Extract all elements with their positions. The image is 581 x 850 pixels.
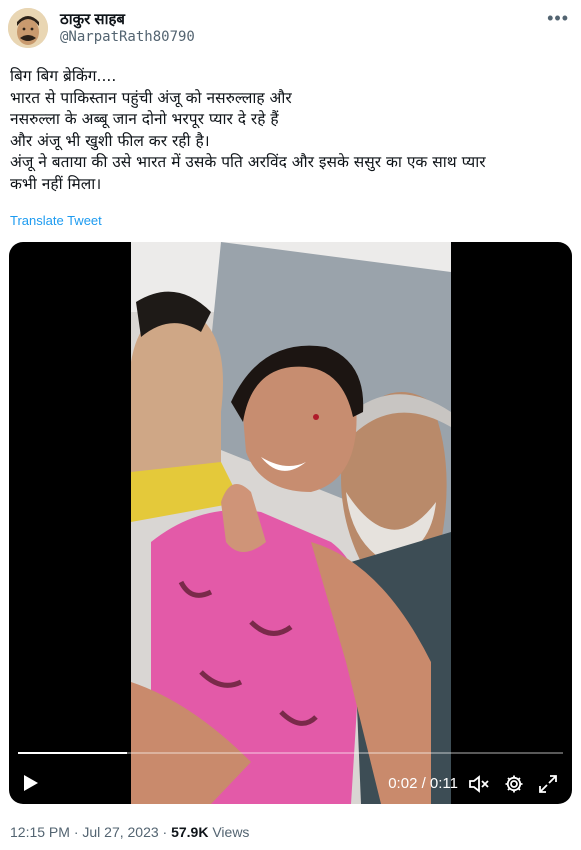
tweet-line: और अंजू भी खुशी फील कर रही है। [10, 131, 210, 150]
translate-tweet-link[interactable]: Translate Tweet [10, 213, 102, 228]
tweet-line: भारत से पाकिस्तान पहुंची अंजू को नसरुल्ल… [10, 88, 292, 107]
video-player[interactable]: 0:02 / 0:11 [9, 242, 572, 804]
tweet-line: अंजू ने बताया की उसे भारत में उसके पति अ… [10, 153, 486, 171]
mute-icon[interactable] [468, 774, 490, 799]
play-icon[interactable] [23, 774, 39, 797]
author-name[interactable]: ठाकुर साहब [60, 9, 125, 29]
video-progress-fill [18, 752, 127, 754]
avatar-image [8, 8, 48, 48]
tweet-text: बिग बिग ब्रेकिंग.... भारत से पाकिस्तान प… [10, 66, 570, 195]
tweet-line: बिग बिग ब्रेकिंग.... [10, 67, 117, 85]
tweet-line: कभी नहीं मिला। [10, 174, 102, 193]
tweet-meta: 12:15 PM · Jul 27, 2023 · 57.9K Views [10, 824, 249, 840]
more-icon[interactable]: ••• [547, 8, 569, 29]
video-time: 0:02 / 0:11 [388, 775, 458, 792]
video-progress-bar[interactable] [18, 752, 563, 754]
author-handle[interactable]: @NarpatRath80790 [60, 29, 195, 45]
video-frame [131, 242, 451, 804]
tweet-line: नसरुल्ला के अब्बू जान दोनो भरपूर प्यार द… [10, 110, 279, 128]
views-label: Views [208, 824, 250, 840]
fullscreen-icon[interactable] [538, 774, 558, 799]
settings-icon[interactable] [504, 774, 524, 799]
views-count: 57.9K [171, 824, 209, 840]
avatar[interactable] [8, 8, 48, 48]
video-controls: 0:02 / 0:11 [9, 766, 572, 802]
tweet-timestamp[interactable]: 12:15 PM · Jul 27, 2023 · [10, 824, 171, 840]
